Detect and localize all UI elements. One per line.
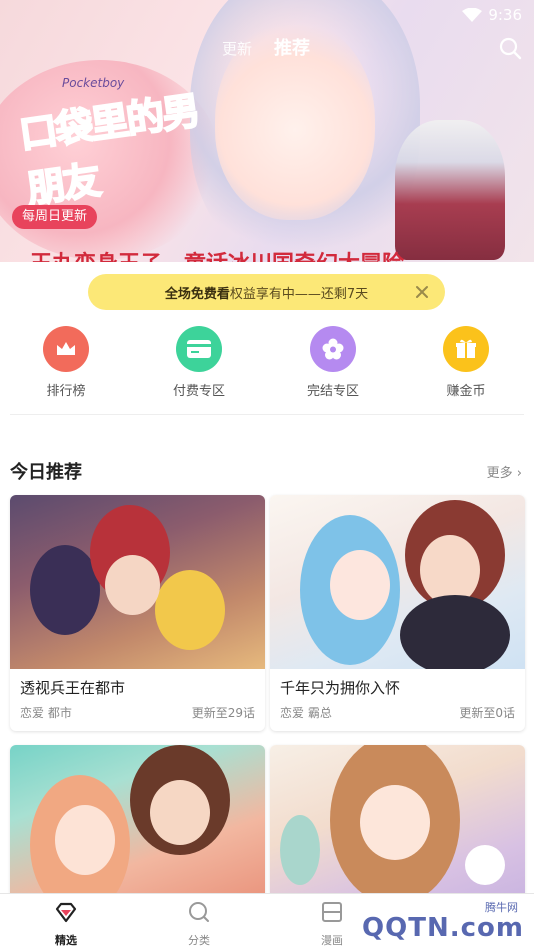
more-label: 更多 <box>486 466 513 481</box>
watermark-logo: QQTN.com <box>362 913 524 943</box>
comic-cover <box>270 745 525 905</box>
quick-paid[interactable]: 付费专区 <box>149 326 249 399</box>
banner-art-prince <box>395 120 505 260</box>
quick-ranking[interactable]: 排行榜 <box>16 326 116 399</box>
quick-completed[interactable]: 完结专区 <box>283 326 383 399</box>
chevron-right-icon: › <box>516 466 522 481</box>
wifi-icon <box>462 8 482 22</box>
category-icon <box>189 902 209 922</box>
comic-cover <box>10 745 265 905</box>
nav-category[interactable]: 分类 <box>159 900 239 948</box>
nav-comic[interactable]: 漫画 <box>292 900 372 948</box>
comic-cover <box>270 495 525 669</box>
nav-featured[interactable]: 精选 <box>26 900 106 948</box>
comic-title: 透视兵王在都市 <box>20 679 126 697</box>
comic-cover <box>10 495 265 669</box>
search-icon[interactable] <box>498 36 522 60</box>
comic-tags: 恋爱 都市 <box>20 706 72 720</box>
notice-rest: 权益享有中——还剩7天 <box>229 286 369 302</box>
weekly-update-badge: 每周日更新 <box>12 205 98 229</box>
quick-ranking-label: 排行榜 <box>46 384 86 399</box>
more-link[interactable]: 更多 › <box>487 462 522 481</box>
notice-text: 全场免费看权益享有中——还剩7天 <box>165 283 368 302</box>
featured-icon <box>55 902 77 923</box>
top-tabs: 更新 推荐 <box>0 34 534 62</box>
divider <box>10 414 524 415</box>
quick-earn-coins-label: 赚金币 <box>446 384 486 399</box>
nav-comic-label: 漫画 <box>321 934 343 947</box>
close-icon[interactable] <box>413 283 431 301</box>
quick-completed-label: 完结专区 <box>306 384 359 399</box>
tab-update[interactable]: 更新 <box>222 38 252 59</box>
comic-title: 千年只为拥你入怀 <box>280 679 401 697</box>
nav-featured-label: 精选 <box>55 934 77 947</box>
comic-update: 更新至0话 <box>459 706 515 720</box>
free-read-notice[interactable]: 全场免费看权益享有中——还剩7天 <box>88 274 445 310</box>
status-time: 9:36 <box>488 6 522 24</box>
gift-icon <box>443 326 489 372</box>
crown-icon <box>43 326 89 372</box>
status-bar: 9:36 <box>0 0 534 30</box>
section-title: 今日推荐 <box>10 462 82 483</box>
bottom-nav: 精选 分类 漫画 腾牛网 QQTN.com <box>0 893 534 949</box>
banner-logo-en: Pocketboy <box>62 76 125 90</box>
comic-card[interactable] <box>10 745 265 905</box>
comic-meta: 恋爱 霸总 更新至0话 <box>270 698 525 721</box>
banner-comic-logo: Pocketboy 口袋里的男朋友 <box>16 76 222 212</box>
notice-bold: 全场免费看 <box>164 286 230 302</box>
quick-paid-label: 付费专区 <box>172 384 225 399</box>
quick-earn-coins[interactable]: 赚金币 <box>416 326 516 399</box>
comic-card[interactable]: 透视兵王在都市 恋爱 都市 更新至29话 <box>10 495 265 731</box>
comic-card[interactable]: 千年只为拥你入怀 恋爱 霸总 更新至0话 <box>270 495 525 731</box>
flower-icon <box>310 326 356 372</box>
quick-entries: 排行榜 付费专区 完结专区 赚金币 <box>0 326 534 406</box>
comic-meta: 恋爱 都市 更新至29话 <box>10 698 265 721</box>
comic-card[interactable] <box>270 745 525 905</box>
comic-tags: 恋爱 霸总 <box>280 706 332 720</box>
comic-icon <box>322 902 342 922</box>
card-icon <box>176 326 222 372</box>
comic-update: 更新至29话 <box>191 706 255 720</box>
tab-recommend[interactable]: 推荐 <box>274 34 310 60</box>
banner-subtitle: 王丸变身王子，童话冰川国奇幻大冒险 <box>30 246 404 262</box>
nav-category-label: 分类 <box>188 934 210 947</box>
